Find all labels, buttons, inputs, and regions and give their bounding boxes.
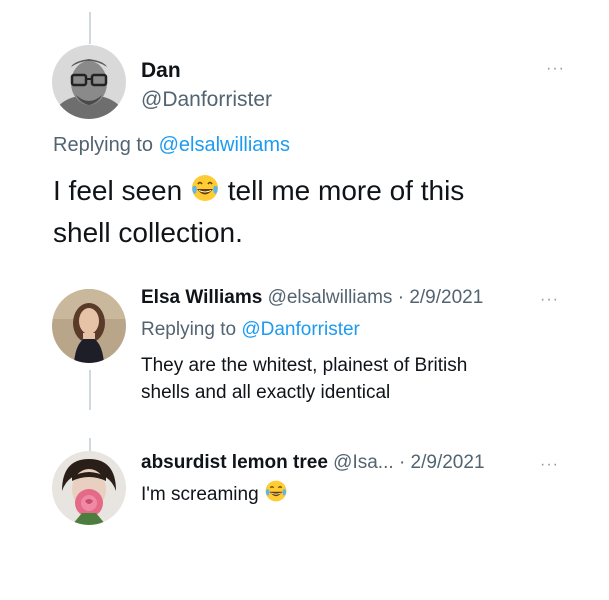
thread-line-bottom <box>89 438 91 452</box>
avatar-absurdist-lemon-tree[interactable] <box>52 451 126 525</box>
avatar-elsa-williams[interactable] <box>52 289 126 363</box>
reply2-display-name[interactable]: absurdist lemon tree <box>141 452 328 473</box>
avatar-dan[interactable] <box>52 45 126 119</box>
laughing-tears-emoji-icon <box>264 479 288 511</box>
reply1-handle[interactable]: @elsalwilliams <box>268 287 393 308</box>
reply2-body: I'm screaming <box>141 479 288 511</box>
replying-to-line: Replying to @elsalwilliams <box>53 134 290 157</box>
reply2-text: I'm screaming <box>141 484 259 506</box>
reply1-text-line2: shells and all exactly identical <box>141 382 391 403</box>
display-name[interactable]: Dan <box>141 59 181 83</box>
tweet-text-line2: shell collection. <box>53 216 243 248</box>
tweet-text-line1: I feel seen tell me more of this <box>53 171 464 213</box>
thread-line-middle <box>89 370 91 410</box>
reply2-ellipsis-icon[interactable]: ··· <box>540 456 559 474</box>
reply1-ellipsis-icon[interactable]: ··· <box>540 291 559 309</box>
replying-to-link[interactable]: @elsalwilliams <box>159 134 290 156</box>
tweet-text-part1: I feel seen <box>53 175 183 206</box>
reply2-separator: · <box>398 452 406 473</box>
reply2-date[interactable]: 2/9/2021 <box>411 452 485 473</box>
reply2-header: absurdist lemon tree @Isa... · 2/9/2021 <box>141 452 485 474</box>
reply1-text-line1: They are the whitest, plainest of Britis… <box>141 355 468 376</box>
reply2-handle[interactable]: @Isa... <box>333 452 393 473</box>
reply1-display-name[interactable]: Elsa Williams <box>141 287 262 308</box>
reply1-replying-to-line: Replying to @Danforrister <box>141 319 360 341</box>
thread-line-top <box>89 12 91 44</box>
reply1-date[interactable]: 2/9/2021 <box>409 287 483 308</box>
user-handle[interactable]: @Danforrister <box>141 88 272 112</box>
reply1-header: Elsa Williams @elsalwilliams · 2/9/2021 <box>141 287 483 309</box>
replying-prefix: Replying to <box>53 134 154 156</box>
reply1-separator: · <box>397 287 405 308</box>
tweet-body: I feel seen tell me more of this shell c… <box>53 171 464 252</box>
reply1-body: They are the whitest, plainest of Britis… <box>141 352 467 406</box>
laughing-tears-emoji-icon <box>190 173 220 213</box>
tweet-text-part2: tell me more of this <box>227 175 465 206</box>
ellipsis-icon[interactable]: ··· <box>546 60 565 78</box>
reply1-replying-prefix: Replying to <box>141 319 237 340</box>
reply1-replying-to-link[interactable]: @Danforrister <box>241 319 360 340</box>
